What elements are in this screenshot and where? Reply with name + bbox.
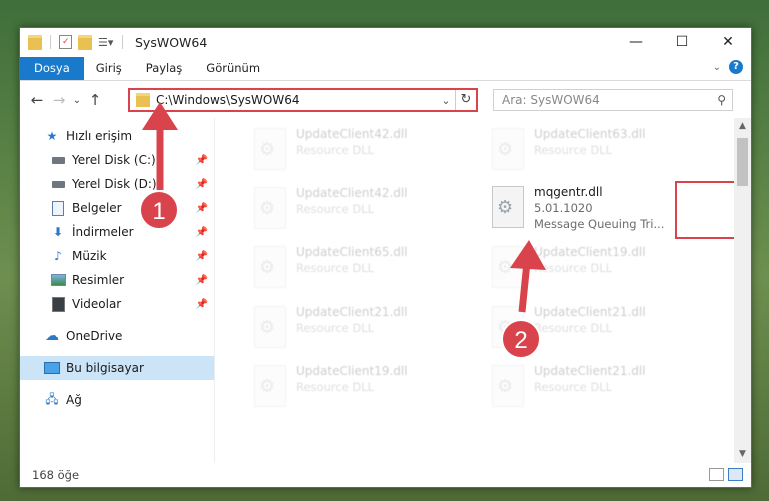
- step-badge-1: 1: [139, 190, 179, 230]
- arrow-to-address-bar: [142, 102, 178, 190]
- step-badge-2: 2: [501, 319, 541, 359]
- arrow-to-file: [510, 240, 546, 313]
- annotation-arrows: [142, 102, 546, 313]
